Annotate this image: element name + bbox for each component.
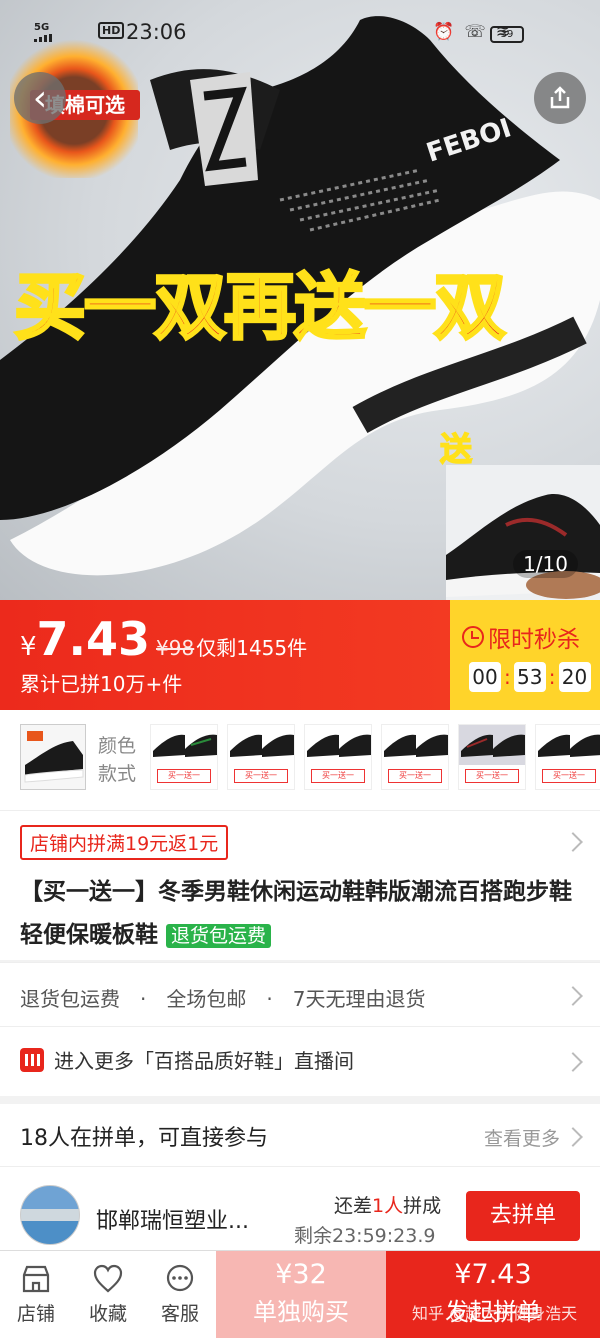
service-guarantees[interactable]: 退货包运费 · 全场包邮 · 7天无理由退货	[0, 962, 600, 1026]
live-room-entry[interactable]: 进入更多「百搭品质好鞋」直播间	[0, 1026, 600, 1096]
chevron-left-icon: ‹	[32, 77, 48, 119]
image-counter: 1/10	[513, 550, 578, 578]
store-coupon[interactable]: 店铺内拼满19元返1元	[20, 825, 229, 860]
live-room-text: 进入更多「百搭品质好鞋」直播间	[54, 1049, 354, 1073]
favorite-button[interactable]: 收藏	[78, 1263, 138, 1326]
watermark: 知乎 @超大的健身浩天	[412, 1304, 578, 1323]
chevron-right-icon	[563, 986, 583, 1006]
sku-option[interactable]: 买一送一	[150, 724, 218, 790]
group-buy-title: 18人在拼单，可直接参与	[20, 1126, 268, 1151]
service-item: 退货包运费	[20, 987, 120, 1011]
product-title-section: 店铺内拼满19元返1元 【买一送一】冬季男鞋休闲运动鞋韩版潮流百搭跑步鞋轻便保暖…	[0, 810, 600, 960]
group-time-left: 剩余23:59:23.9	[294, 1225, 436, 1247]
chevron-right-icon[interactable]	[563, 832, 583, 852]
chevron-right-icon[interactable]	[563, 1127, 583, 1147]
share-icon	[550, 86, 570, 109]
gift-shoe-image	[446, 465, 600, 600]
store-icon	[22, 1265, 50, 1293]
countdown-hours: 00	[469, 662, 501, 692]
store-button[interactable]: 店铺	[6, 1263, 66, 1326]
sku-option-label: 买一送一	[234, 769, 288, 783]
countdown-minutes: 53	[513, 662, 546, 692]
sku-option[interactable]: 买一送一	[381, 724, 449, 790]
flash-sale-panel: 限时秒杀 00 : 53 : 20	[450, 600, 600, 710]
sku-selector[interactable]: 颜色款式 买一送一 买一送一 买一送一 买一送一 买一送一 买一送一	[0, 710, 600, 810]
sku-option[interactable]: 买一送一	[535, 724, 600, 790]
group-price: ¥7.43	[454, 1259, 532, 1290]
product-title: 【买一送一】冬季男鞋休闲运动鞋韩版潮流百搭跑步鞋轻便保暖板鞋 退货包运费	[20, 871, 580, 958]
chevron-right-icon	[563, 1052, 583, 1072]
service-item: 7天无理由退货	[292, 987, 426, 1011]
service-label: 客服	[160, 1303, 199, 1325]
view-more-link[interactable]: 查看更多	[484, 1124, 560, 1151]
signal-label: 5G	[34, 22, 50, 33]
service-list: 退货包运费 · 全场包邮 · 7天无理由退货	[20, 987, 426, 1011]
group-need-count: 1人	[372, 1195, 404, 1217]
live-icon	[20, 1048, 44, 1072]
sku-main-thumbnail[interactable]	[20, 724, 86, 790]
battery-icon: 39	[490, 26, 524, 43]
flash-sale-label: 限时秒杀	[488, 627, 580, 653]
gift-tag: 送	[439, 429, 473, 469]
store-label: 店铺	[16, 1303, 55, 1325]
favorite-label: 收藏	[88, 1303, 127, 1325]
service-item: 全场包邮	[166, 987, 247, 1011]
alone-label: 单独购买	[253, 1298, 349, 1326]
price-bar: ¥7.43 ¥98 仅剩1455件 累计已拼10万+件 限时秒杀 00 : 53 :…	[0, 600, 600, 710]
price-line: ¥7.43 ¥98 仅剩1455件	[20, 612, 307, 666]
back-button[interactable]: ‹	[14, 72, 66, 124]
sku-option-label: 买一送一	[542, 769, 596, 783]
return-shipping-tag: 退货包运费	[166, 924, 272, 948]
status-time: 23:06	[126, 20, 187, 44]
sku-option-label: 买一送一	[465, 769, 519, 783]
product-title-text: 【买一送一】冬季男鞋休闲运动鞋韩版潮流百搭跑步鞋轻便保暖板鞋	[20, 879, 572, 948]
sku-option[interactable]: 买一送一	[227, 724, 295, 790]
chat-icon	[166, 1264, 194, 1292]
sku-option[interactable]: 买一送一	[304, 724, 372, 790]
start-group-button[interactable]: ¥7.43 发起拼单	[386, 1251, 600, 1338]
group-need: 还差1人拼成	[334, 1195, 442, 1217]
bottom-action-bar: 店铺 收藏 客服 ¥32 单独购买 ¥7.43 发起拼单	[0, 1250, 600, 1338]
heart-icon	[93, 1264, 123, 1293]
sku-option-label: 买一送一	[388, 769, 442, 783]
price-panel: ¥7.43 ¥98 仅剩1455件 累计已拼10万+件	[0, 600, 450, 710]
currency-symbol: ¥	[20, 632, 37, 662]
promo-headline: 买一双再送一双	[12, 264, 507, 351]
hd-label: HD	[98, 22, 125, 39]
buy-alone-button[interactable]: ¥32 单独购买	[216, 1251, 386, 1338]
signal-icon	[34, 34, 62, 42]
current-price: 7.43	[36, 612, 151, 666]
clock-icon	[462, 626, 484, 648]
sku-option-label: 买一送一	[311, 769, 365, 783]
join-group-button[interactable]: 去拼单	[466, 1191, 580, 1241]
flash-sale-title: 限时秒杀	[462, 620, 580, 654]
sku-label: 颜色款式	[98, 735, 137, 785]
avatar	[20, 1185, 80, 1245]
sku-option[interactable]: 买一送一	[458, 724, 526, 790]
share-button[interactable]	[534, 72, 586, 124]
countdown-seconds: 20	[558, 662, 591, 692]
customer-service-button[interactable]: 客服	[150, 1263, 210, 1326]
group-leader-name: 邯郸瑞恒塑业...	[96, 1209, 249, 1234]
countdown-timer: 00 : 53 : 20	[469, 662, 591, 692]
status-bar: 5G HD 23:06 ⏰☏≋ 39	[0, 18, 600, 48]
sku-option-label: 买一送一	[157, 769, 211, 783]
product-image-gallery[interactable]: FEBOI 5G HD 23:06 ⏰☏≋ 39 填棉可选 ‹ 买一双再送一双 …	[0, 0, 600, 600]
alone-price: ¥32	[275, 1259, 327, 1290]
original-price: ¥98	[156, 636, 195, 660]
sold-count: 累计已拼10万+件	[20, 672, 183, 696]
group-buy-header: 18人在拼单，可直接参与 查看更多	[0, 1104, 600, 1166]
stock-remaining: 仅剩1455件	[196, 636, 308, 660]
